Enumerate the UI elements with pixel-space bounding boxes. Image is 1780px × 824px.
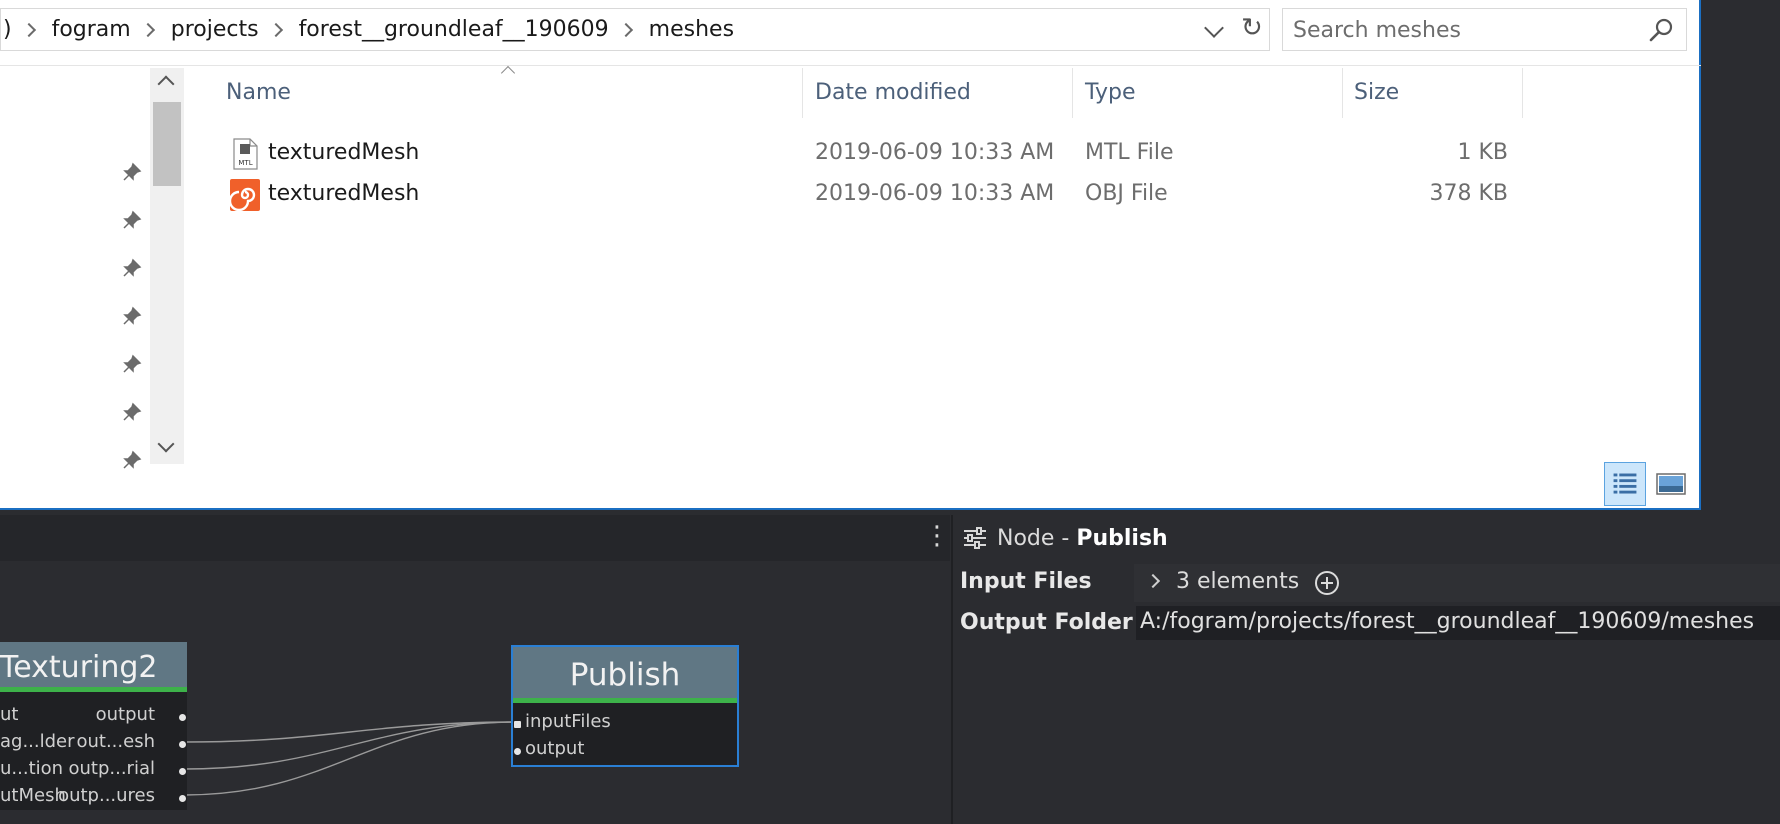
column-header-name[interactable]: Name <box>226 80 291 105</box>
column-divider[interactable] <box>802 68 803 118</box>
panel-divider[interactable] <box>951 515 953 824</box>
file-row[interactable]: MTL texturedMesh 2019-06-09 10:33 AM MTL… <box>226 134 1526 174</box>
node-title: Texturing2 <box>0 650 158 685</box>
scroll-down-icon[interactable] <box>157 435 175 453</box>
output-port[interactable] <box>179 714 186 721</box>
pin-icon[interactable] <box>122 258 142 278</box>
chevron-right-icon[interactable] <box>268 22 283 37</box>
output-port[interactable] <box>179 741 186 748</box>
houdini-file-icon <box>230 179 260 211</box>
node-title-prefix: Node - <box>997 526 1077 551</box>
svg-text:MTL: MTL <box>238 159 252 167</box>
chevron-down-icon[interactable] <box>1204 18 1224 38</box>
chevron-right-icon[interactable] <box>618 22 633 37</box>
input-port-label: utMesh <box>0 785 66 806</box>
input-port-label: ut <box>0 704 19 725</box>
pin-icon[interactable] <box>122 306 142 326</box>
column-divider[interactable] <box>1522 68 1523 118</box>
output-folder-label: Output Folder <box>960 610 1133 635</box>
search-input[interactable] <box>1293 15 1633 45</box>
scroll-thumb[interactable] <box>153 102 181 186</box>
add-element-icon[interactable] <box>1314 570 1340 596</box>
output-port-label: outp...ures <box>58 785 155 806</box>
breadcrumb-fogram[interactable]: fogram <box>50 17 133 42</box>
breadcrumb-project-folder[interactable]: forest__groundleaf__190609 <box>297 17 611 42</box>
file-date: 2019-06-09 10:33 AM <box>815 181 1055 206</box>
node-title-name: Publish <box>1076 526 1168 551</box>
input-files-field: 3 elements <box>1134 564 1780 602</box>
sliders-icon <box>964 527 986 549</box>
graph-node-texturing[interactable]: Texturing2 ut ag...lder u...tion utMesh … <box>0 642 187 810</box>
column-header-size[interactable]: Size <box>1354 80 1399 105</box>
sort-ascending-icon <box>500 65 516 81</box>
pin-icon[interactable] <box>122 402 142 422</box>
refresh-icon[interactable]: ↻ <box>1241 13 1263 43</box>
input-port-label: u...tion <box>0 758 64 779</box>
divider <box>0 65 1701 66</box>
output-port-label: outp...rial <box>68 758 155 779</box>
search-box[interactable] <box>1282 8 1687 51</box>
node-header[interactable]: Texturing2 <box>0 642 187 692</box>
file-type: MTL File <box>1085 140 1174 165</box>
file-name: texturedMesh <box>268 140 420 165</box>
output-port-label: output <box>95 704 155 725</box>
pin-icon[interactable] <box>122 450 142 470</box>
output-port[interactable] <box>514 748 521 755</box>
file-size: 378 KB <box>1429 181 1508 206</box>
chevron-right-icon[interactable] <box>21 22 36 37</box>
nav-pane-scrollbar[interactable] <box>150 68 184 464</box>
graph-node-publish[interactable]: Publish inputFiles output <box>511 645 739 767</box>
column-header-date[interactable]: Date modified <box>815 80 971 105</box>
output-port-label: out...esh <box>76 731 155 752</box>
output-folder-value[interactable]: A:/fogram/projects/forest__groundleaf__1… <box>1140 609 1754 634</box>
file-name: texturedMesh <box>268 181 420 206</box>
column-divider[interactable] <box>1072 68 1073 118</box>
output-folder-field[interactable]: A:/fogram/projects/forest__groundleaf__1… <box>1136 606 1780 640</box>
column-divider[interactable] <box>1342 68 1343 118</box>
node-title: Publish <box>569 657 681 693</box>
pin-icon[interactable] <box>122 162 142 182</box>
file-size: 1 KB <box>1457 140 1508 165</box>
details-view-button[interactable] <box>1604 462 1646 506</box>
scroll-up-icon[interactable] <box>157 75 175 93</box>
input-port-label: inputFiles <box>525 711 611 732</box>
address-bar[interactable]: ) fogram projects forest__groundleaf__19… <box>0 8 1270 51</box>
chevron-right-icon[interactable] <box>1145 573 1161 589</box>
input-port-label: ag...lder <box>0 731 75 752</box>
file-type: OBJ File <box>1085 181 1168 206</box>
file-explorer-window: ) fogram projects forest__groundleaf__19… <box>0 0 1701 510</box>
input-port[interactable] <box>514 721 521 728</box>
file-date: 2019-06-09 10:33 AM <box>815 140 1055 165</box>
breadcrumb: ) fogram projects forest__groundleaf__19… <box>1 9 736 50</box>
node-attribute-header: Node - Publish <box>953 515 1780 561</box>
node-panel-title: Node - Publish <box>997 526 1168 551</box>
column-header-type[interactable]: Type <box>1085 80 1136 105</box>
output-port[interactable] <box>179 795 186 802</box>
pin-icon[interactable] <box>122 210 142 230</box>
input-files-label: Input Files <box>960 569 1092 594</box>
output-port[interactable] <box>179 768 186 775</box>
more-options-icon[interactable]: ⋮ <box>924 523 950 549</box>
node-header[interactable]: Publish <box>513 647 737 703</box>
output-port-label: output <box>525 738 585 759</box>
pin-icon[interactable] <box>122 354 142 374</box>
breadcrumb-projects[interactable]: projects <box>169 17 261 42</box>
input-files-count: 3 elements <box>1176 569 1300 594</box>
search-icon[interactable] <box>1648 17 1674 43</box>
large-icons-view-button[interactable] <box>1650 462 1692 506</box>
chevron-right-icon[interactable] <box>140 22 155 37</box>
breadcrumb-overflow[interactable]: ) <box>1 17 14 42</box>
mtl-file-icon: MTL <box>233 138 258 170</box>
breadcrumb-meshes[interactable]: meshes <box>647 17 736 42</box>
graph-editor-header: ⋮ <box>0 515 950 561</box>
file-row[interactable]: texturedMesh 2019-06-09 10:33 AM OBJ Fil… <box>226 175 1526 215</box>
